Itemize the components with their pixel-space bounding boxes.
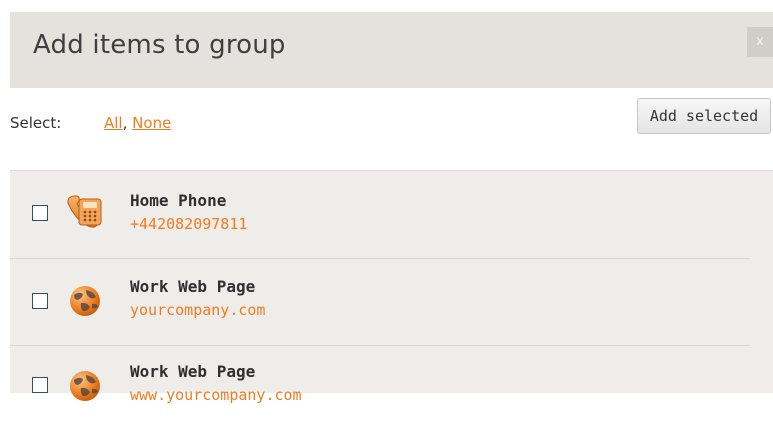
item-name: Home Phone (130, 191, 227, 210)
add-items-dialog: Add items to group x Select: All, None A… (0, 0, 773, 421)
phone-icon (67, 195, 102, 228)
item-checkbox[interactable] (32, 377, 48, 393)
select-none-link[interactable]: None (132, 114, 171, 132)
item-name: Work Web Page (130, 362, 256, 381)
add-selected-button[interactable]: Add selected (637, 98, 771, 134)
selection-toolbar: Select: All, None Add selected (0, 88, 773, 170)
list-item[interactable]: Work Web Page www.yourcompany.com (10, 346, 750, 432)
select-label: Select: (10, 114, 62, 132)
item-value: yourcompany.com (130, 301, 266, 319)
list-item[interactable]: Work Web Page yourcompany.com (10, 259, 750, 345)
item-value: www.yourcompany.com (130, 386, 302, 404)
item-value: +442082097811 (130, 215, 248, 233)
select-links: All, None (104, 114, 171, 132)
close-button[interactable]: x (747, 27, 773, 57)
select-all-link[interactable]: All (104, 114, 123, 132)
item-checkbox[interactable] (32, 293, 48, 309)
select-separator: , (122, 114, 128, 132)
item-list: Home Phone +442082097811 Work Web Page y… (10, 170, 773, 404)
dialog-titlebar: Add items to group x (10, 12, 773, 88)
list-item[interactable]: Home Phone +442082097811 (10, 171, 750, 257)
globe-icon (70, 371, 100, 401)
item-checkbox[interactable] (32, 205, 48, 221)
dialog-title: Add items to group (33, 30, 286, 60)
item-name: Work Web Page (130, 277, 256, 296)
globe-icon (70, 286, 100, 316)
